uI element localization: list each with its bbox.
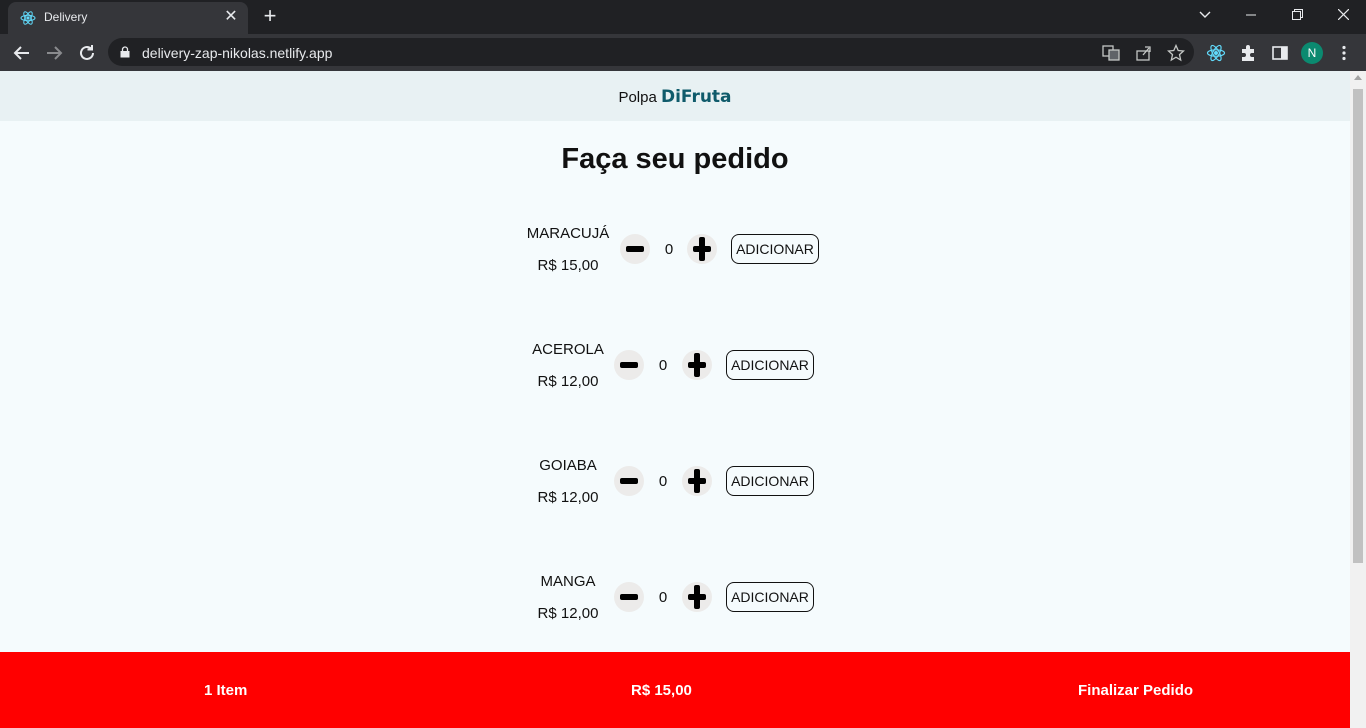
product-name: MANGA [540, 573, 596, 590]
product-price: R$ 12,00 [537, 489, 599, 506]
new-tab-icon[interactable]: + [259, 5, 281, 28]
product-name: ACEROLA [532, 341, 604, 358]
minus-icon [626, 246, 644, 252]
product-price: R$ 12,00 [537, 605, 599, 622]
browser-tab-strip: Delivery ✕ + [0, 0, 1366, 34]
page-content: Polpa DiFruta Faça seu pedido MARACUJÁ R… [0, 71, 1350, 728]
product-row: MARACUJÁ R$ 15,00 0 ADICIONAR [523, 223, 823, 283]
product-name: GOIABA [539, 457, 597, 474]
address-bar[interactable]: delivery-zap-nikolas.netlify.app [108, 38, 1194, 66]
decrease-button[interactable] [614, 466, 644, 496]
tab-search-icon[interactable] [1182, 0, 1228, 30]
checkout-button[interactable]: Finalizar Pedido [1078, 682, 1193, 699]
reload-icon[interactable] [75, 41, 99, 65]
product-price: R$ 15,00 [537, 257, 599, 274]
browser-tab[interactable]: Delivery ✕ [8, 2, 248, 34]
product-info: MANGA R$ 12,00 [523, 571, 613, 622]
minus-icon [620, 362, 638, 368]
page-title: Faça seu pedido [561, 143, 789, 175]
brand-logo: DiFruta [660, 87, 732, 107]
quantity-value: 0 [664, 241, 674, 258]
decrease-button[interactable] [620, 234, 650, 264]
header-prefix: Polpa [618, 89, 657, 106]
translate-icon[interactable] [1102, 44, 1120, 62]
product-price: R$ 12,00 [537, 373, 599, 390]
tab-title: Delivery [44, 10, 88, 24]
url-text: delivery-zap-nikolas.netlify.app [142, 45, 333, 61]
lock-icon [120, 46, 130, 58]
product-row: GOIABA R$ 12,00 0 ADICIONAR [523, 455, 823, 515]
minus-icon [620, 594, 638, 600]
product-info: MARACUJÁ R$ 15,00 [523, 223, 613, 274]
add-button[interactable]: ADICIONAR [731, 234, 819, 264]
quantity-value: 0 [658, 589, 668, 606]
side-panel-icon[interactable] [1270, 43, 1290, 63]
back-icon[interactable] [10, 41, 34, 65]
product-info: GOIABA R$ 12,00 [523, 455, 613, 506]
increase-button[interactable] [682, 466, 712, 496]
product-name: MARACUJÁ [526, 225, 610, 242]
restore-icon[interactable] [1274, 0, 1320, 30]
react-devtools-icon[interactable] [1206, 43, 1226, 63]
close-tab-icon[interactable]: ✕ [222, 8, 240, 26]
menu-kebab-icon[interactable] [1334, 43, 1354, 63]
decrease-button[interactable] [614, 350, 644, 380]
close-window-icon[interactable] [1320, 0, 1366, 30]
decrease-button[interactable] [614, 582, 644, 612]
site-header: Polpa DiFruta [0, 71, 1350, 121]
browser-toolbar: delivery-zap-nikolas.netlify.app N [0, 34, 1366, 71]
extensions-puzzle-icon[interactable] [1238, 43, 1258, 63]
product-row: ACEROLA R$ 12,00 0 ADICIONAR [523, 339, 823, 399]
react-icon [20, 11, 36, 25]
order-summary-bar: 1 Item R$ 15,00 Finalizar Pedido [0, 652, 1350, 728]
minus-icon [620, 478, 638, 484]
scroll-up-icon[interactable] [1354, 75, 1362, 80]
product-row: MANGA R$ 12,00 0 ADICIONAR [523, 571, 823, 631]
order-total: R$ 15,00 [631, 682, 692, 699]
minimize-icon[interactable] [1228, 0, 1274, 30]
share-icon[interactable] [1135, 44, 1153, 62]
quantity-value: 0 [658, 357, 668, 374]
add-button[interactable]: ADICIONAR [726, 582, 814, 612]
page-scrollbar[interactable] [1350, 71, 1366, 728]
increase-button[interactable] [682, 350, 712, 380]
bookmark-star-icon[interactable] [1167, 44, 1185, 62]
profile-avatar[interactable]: N [1301, 42, 1323, 64]
quantity-value: 0 [658, 473, 668, 490]
increase-button[interactable] [687, 234, 717, 264]
product-info: ACEROLA R$ 12,00 [523, 339, 613, 390]
forward-icon[interactable] [42, 41, 66, 65]
item-count: 1 Item [204, 682, 248, 699]
add-button[interactable]: ADICIONAR [726, 350, 814, 380]
scrollbar-thumb[interactable] [1353, 89, 1363, 563]
add-button[interactable]: ADICIONAR [726, 466, 814, 496]
increase-button[interactable] [682, 582, 712, 612]
